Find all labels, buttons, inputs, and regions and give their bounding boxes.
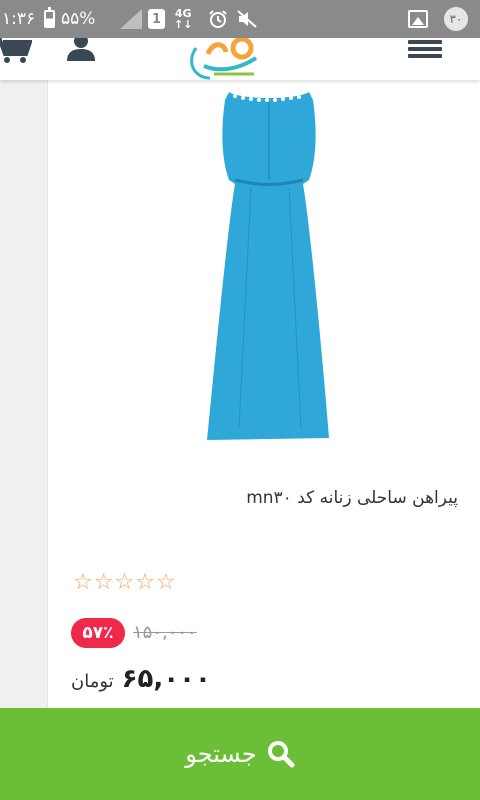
- star-icon: ☆: [114, 570, 135, 595]
- star-icon: ☆: [93, 570, 114, 595]
- battery-level: ۵۵%: [61, 9, 96, 29]
- product-image[interactable]: [199, 88, 339, 448]
- product-card[interactable]: پیراهن ساحلی زنانه کد mn۳۰ ☆ ☆ ☆ ☆ ☆ ۵۷٪…: [49, 80, 480, 708]
- notification-badge: ۳۰: [444, 0, 468, 38]
- user-icon[interactable]: [66, 38, 96, 62]
- logo[interactable]: [184, 38, 274, 80]
- search-icon: [267, 741, 295, 768]
- sim-icon: 1: [148, 0, 165, 38]
- side-strip: [0, 80, 48, 708]
- price-row: تومان ۶۵,۰۰۰: [71, 664, 211, 694]
- clock: ۱:۳۶: [2, 9, 36, 29]
- alarm-icon: [208, 0, 228, 38]
- star-icon: ☆: [155, 570, 176, 595]
- mute-icon: [236, 0, 258, 38]
- old-price: ۱۵۰,۰۰۰: [133, 622, 197, 643]
- search-button[interactable]: جستجو: [0, 708, 480, 800]
- product-title[interactable]: پیراهن ساحلی زنانه کد mn۳۰: [246, 488, 458, 508]
- network-indicator: 4G ↑↓: [174, 0, 192, 38]
- star-icon: ☆: [135, 570, 155, 595]
- currency-label: تومان: [71, 671, 114, 692]
- star-rating: ☆ ☆ ☆ ☆ ☆: [73, 572, 176, 594]
- gallery-icon: [408, 0, 428, 38]
- discount-badge: ۵۷٪: [71, 618, 125, 648]
- sim-slot: 1: [148, 9, 165, 29]
- battery-indicator: ۵۵%: [44, 0, 95, 38]
- battery-icon: [44, 7, 55, 28]
- new-price: ۶۵,۰۰۰: [121, 664, 211, 694]
- star-icon: ☆: [73, 570, 93, 595]
- menu-icon[interactable]: [408, 40, 442, 58]
- search-label: جستجو: [185, 740, 257, 768]
- app-header: [0, 38, 480, 80]
- signal-icon: [120, 0, 142, 38]
- status-bar: ۱:۳۶ ۵۵% 1 4G ↑↓ ۳۰: [0, 0, 480, 38]
- network-arrows-icon: ↑↓: [174, 18, 193, 31]
- cart-icon[interactable]: [0, 38, 32, 64]
